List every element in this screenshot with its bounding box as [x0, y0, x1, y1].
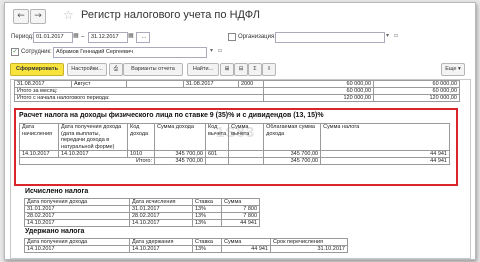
table-row: 14.10.2017 14.10.2017 13% 44 941 31.10.2… [24, 245, 348, 253]
period-from-input[interactable]: 01.01.2017 [33, 32, 73, 43]
forward-button[interactable]: → [30, 9, 46, 24]
report-window: ← → ☆ Регистр налогового учета по НДФЛ П… [4, 2, 476, 260]
table-row: 14.10.2017 14.10.2017 1010 345 700,00 60… [19, 150, 450, 158]
report-variants-button[interactable]: Варианты отчета [123, 63, 183, 76]
period-separator: – [81, 34, 85, 40]
window-title: Регистр налогового учета по НДФЛ [81, 9, 260, 21]
employee-input[interactable]: Абрамов Геннадий Сергеевич [53, 47, 207, 58]
table-total-row: Итого: 345 700,00 345 700,00 44 941 [19, 157, 450, 165]
calendar-icon[interactable]: ▦ [128, 32, 134, 39]
organization-checkbox[interactable] [228, 33, 236, 41]
period-select-button[interactable]: ... [136, 32, 150, 43]
generate-button[interactable]: Сформировать [10, 63, 64, 76]
income-table-tail: 31.08.2017 Август 31.08.2017 2000 60 000… [14, 80, 460, 102]
chevron-down-icon[interactable]: ▾ [386, 32, 389, 39]
period-label: Период: [11, 34, 34, 40]
report-sheet: 31.08.2017 Август 31.08.2017 2000 60 000… [10, 79, 471, 259]
arrow-left-icon: ← [17, 11, 25, 21]
chevron-down-icon[interactable]: ▾ [210, 47, 213, 54]
calendar-icon[interactable]: ▦ [73, 32, 79, 39]
table-row: 31.01.2017 31.01.2017 13% 7 800 [24, 205, 260, 213]
print-icon[interactable]: ⎙ [109, 63, 123, 76]
sum-icon[interactable]: Σ [248, 63, 262, 76]
section-calculated-title: Исчислено налога [25, 188, 89, 195]
organization-input[interactable] [275, 32, 385, 43]
table-header-row: Дата начисления Дата получения дохода (д… [19, 123, 450, 151]
employee-checkbox[interactable]: ✓ [11, 48, 19, 56]
table-header-row: Дата получения дохода Дата исчисления Ст… [24, 198, 260, 206]
calculated-tax-table: Дата получения дохода Дата исчисления Ст… [24, 198, 260, 227]
find-button[interactable]: Найти... [187, 63, 219, 76]
period-to-input[interactable]: 31.12.2017 [88, 32, 128, 43]
title-bar: ← → ☆ Регистр налогового учета по НДФЛ [5, 3, 475, 29]
organization-label: Организация: [238, 34, 276, 40]
arrow-right-icon: → [34, 11, 42, 21]
settings-button[interactable]: Настройки... [67, 63, 107, 76]
favorite-star-icon[interactable]: ☆ [63, 8, 74, 22]
more-button[interactable]: Еще ▾ [441, 63, 465, 76]
table-row: 28.02.2017 28.02.2017 13% 7 800 [24, 212, 260, 220]
table-row: Итого с начала налогового периода: 120 0… [14, 94, 460, 102]
export-icon[interactable]: ⇩ [262, 63, 276, 76]
open-icon[interactable]: ▫ [218, 47, 222, 54]
table-row: 14.10.2017 14.10.2017 13% 44 941 [24, 219, 260, 227]
table-row: 31.08.2017 Август 31.08.2017 2000 60 000… [14, 80, 460, 88]
section-tax-calc-title: Расчет налога на доходы физического лица… [19, 112, 324, 119]
table-row: Итого за месяц: 60 000,00 60 000,00 [14, 87, 460, 95]
back-button[interactable]: ← [13, 9, 29, 24]
open-icon[interactable]: ▫ [394, 32, 398, 39]
expand-icon[interactable]: ⊞ [220, 63, 234, 76]
withheld-tax-table: Дата получения дохода Дата удержания Ста… [24, 238, 348, 253]
collapse-icon[interactable]: ⊟ [234, 63, 248, 76]
employee-label: Сотрудник: [21, 49, 52, 55]
section-withheld-title: Удержано налога [25, 228, 85, 235]
tax-calc-table: Дата начисления Дата получения дохода (д… [19, 123, 450, 165]
table-header-row: Дата получения дохода Дата удержания Ста… [24, 238, 348, 246]
